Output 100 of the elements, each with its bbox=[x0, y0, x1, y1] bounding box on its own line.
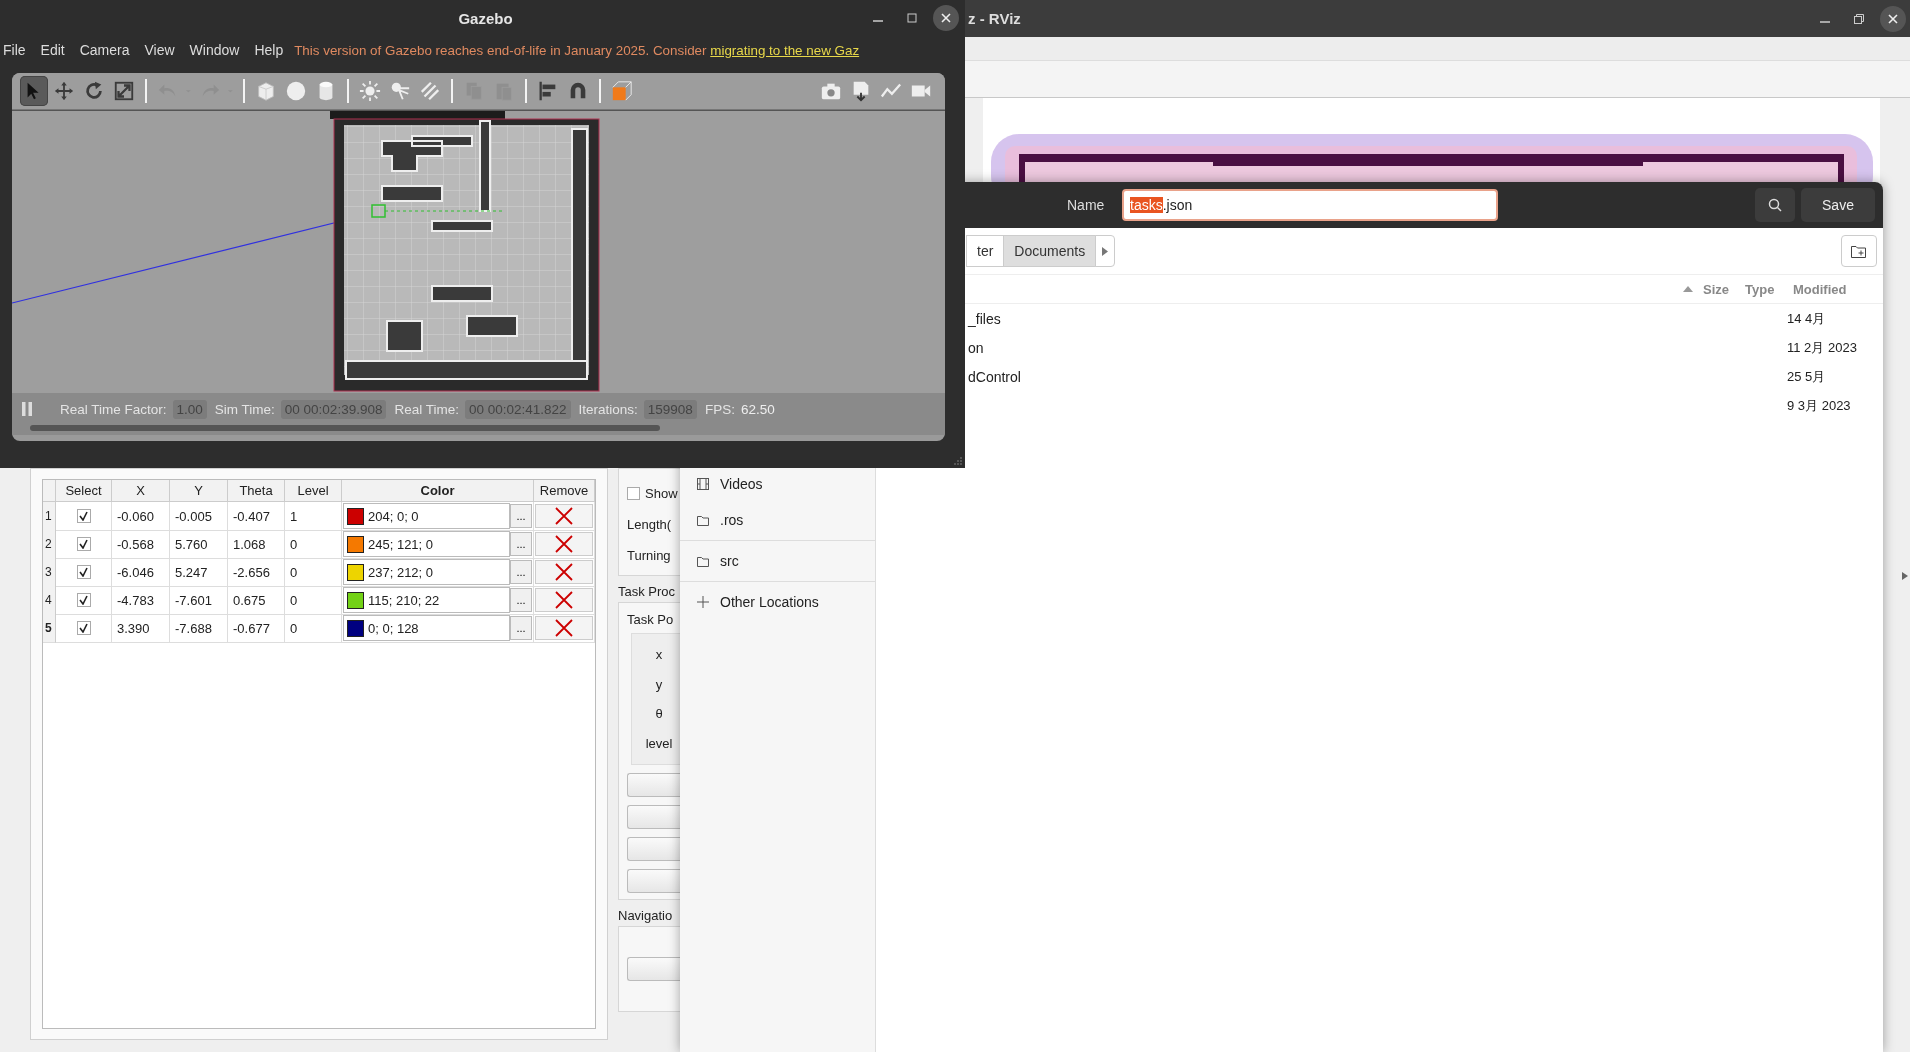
search-button[interactable] bbox=[1755, 188, 1795, 222]
color-picker-button[interactable]: ... bbox=[510, 616, 532, 640]
table-cell: 1 bbox=[285, 502, 342, 531]
button[interactable] bbox=[627, 837, 680, 861]
place-item[interactable]: .ros bbox=[680, 502, 875, 538]
pause-icon[interactable] bbox=[22, 402, 32, 416]
column-header: X bbox=[112, 480, 170, 502]
group-title: Navigatio bbox=[618, 908, 674, 925]
table-cell: -0.568 bbox=[112, 530, 170, 559]
table-cell: 0 bbox=[285, 586, 342, 615]
remove-button[interactable] bbox=[535, 504, 593, 528]
migration-link[interactable]: migrating to the new Gaz bbox=[710, 42, 860, 58]
status-value: 62.50 bbox=[740, 401, 775, 417]
file-name[interactable]: _files bbox=[968, 310, 1001, 327]
menu-item[interactable]: Edit bbox=[40, 42, 65, 58]
table-cell: 3.390 bbox=[112, 614, 170, 643]
menu-item[interactable]: Camera bbox=[79, 42, 130, 58]
scroll-right-button[interactable] bbox=[1095, 235, 1116, 267]
menu-item[interactable]: File bbox=[3, 42, 26, 58]
place-item[interactable]: Videos bbox=[680, 466, 875, 502]
close-button[interactable] bbox=[933, 5, 959, 31]
save-button[interactable]: Save bbox=[1801, 188, 1875, 222]
status-label: Iterations: bbox=[578, 401, 638, 417]
button[interactable] bbox=[627, 957, 680, 981]
field-label: level bbox=[645, 735, 673, 751]
column-header[interactable]: Size bbox=[1703, 281, 1735, 297]
status-label: FPS: bbox=[704, 401, 735, 417]
checkbox[interactable] bbox=[76, 621, 91, 635]
close-button[interactable] bbox=[1880, 5, 1906, 32]
color-field[interactable]: 237; 212; 0 bbox=[343, 559, 510, 585]
color-field[interactable]: 245; 121; 0 bbox=[343, 531, 510, 557]
place-item[interactable]: Other Locations bbox=[680, 584, 875, 620]
row-number: 5 bbox=[43, 614, 56, 643]
color-value: 237; 212; 0 bbox=[368, 564, 434, 580]
expand-arrow-icon[interactable] bbox=[1902, 572, 1908, 580]
column-header[interactable]: Modified bbox=[1793, 281, 1875, 297]
color-field[interactable]: 115; 210; 22 bbox=[343, 587, 510, 613]
row-number: 3 bbox=[43, 558, 56, 587]
table-cell: -0.005 bbox=[170, 502, 228, 531]
color-picker-button[interactable]: ... bbox=[510, 560, 532, 584]
color-value: 115; 210; 22 bbox=[368, 592, 440, 608]
row-number: 4 bbox=[43, 586, 56, 615]
pointer-icon[interactable] bbox=[20, 76, 48, 106]
path-button[interactable]: Documents bbox=[1003, 235, 1097, 267]
close-icon bbox=[554, 591, 574, 609]
color-picker-button[interactable]: ... bbox=[510, 588, 532, 612]
status-value: 159908 bbox=[643, 399, 697, 419]
table-cell: 5.760 bbox=[170, 530, 228, 559]
checkbox[interactable] bbox=[76, 565, 91, 579]
scrollbar-thumb[interactable] bbox=[30, 425, 660, 431]
button[interactable] bbox=[627, 805, 680, 829]
file-modified: 11 2月 2023 bbox=[1787, 338, 1858, 357]
table-cell: -6.046 bbox=[112, 558, 170, 587]
row-number: 1 bbox=[43, 502, 56, 531]
menu-item[interactable]: Help bbox=[254, 42, 284, 58]
table-cell: -0.060 bbox=[112, 502, 170, 531]
field-label: Turning bbox=[627, 547, 671, 563]
film-icon bbox=[696, 477, 710, 491]
remove-button[interactable] bbox=[535, 616, 593, 640]
column-header: Remove bbox=[534, 480, 595, 502]
checkbox-label: Show bbox=[645, 485, 678, 501]
color-picker-button[interactable]: ... bbox=[510, 532, 532, 556]
file-name[interactable]: dControl bbox=[968, 368, 1021, 385]
button[interactable] bbox=[627, 773, 680, 797]
field-label: x bbox=[655, 647, 663, 663]
close-icon bbox=[554, 507, 574, 525]
table-cell: 0 bbox=[285, 614, 342, 643]
field-label: Length( bbox=[627, 516, 672, 532]
status-label: Real Time: bbox=[394, 401, 459, 417]
menu-item[interactable]: View bbox=[144, 42, 175, 58]
remove-button[interactable] bbox=[535, 588, 593, 612]
close-icon bbox=[941, 13, 951, 23]
button[interactable] bbox=[627, 869, 680, 893]
color-field[interactable]: 0; 0; 128 bbox=[343, 615, 510, 641]
table-cell: -4.783 bbox=[112, 586, 170, 615]
remove-button[interactable] bbox=[535, 532, 593, 556]
plus-icon bbox=[696, 595, 710, 609]
status-label: Sim Time: bbox=[214, 401, 275, 417]
table-cell: -2.656 bbox=[228, 558, 285, 587]
file-modified: 25 5月 bbox=[1787, 367, 1827, 386]
column-header: Color bbox=[342, 480, 534, 502]
new-folder-button[interactable] bbox=[1841, 235, 1877, 267]
checkbox[interactable] bbox=[627, 486, 640, 500]
checkbox[interactable] bbox=[76, 537, 91, 551]
checkbox[interactable] bbox=[76, 593, 91, 607]
file-name[interactable]: on bbox=[968, 339, 984, 356]
color-picker-button[interactable]: ... bbox=[510, 504, 532, 528]
menu-item[interactable]: Window bbox=[189, 42, 240, 58]
path-button[interactable]: ter bbox=[966, 235, 1005, 267]
resize-grip-icon[interactable] bbox=[954, 457, 962, 465]
checkbox[interactable] bbox=[76, 509, 91, 523]
sort-arrow-icon[interactable] bbox=[1683, 286, 1693, 292]
color-value: 0; 0; 128 bbox=[368, 620, 419, 636]
status-value: 1.00 bbox=[172, 399, 207, 419]
group-subtitle: Task Po bbox=[627, 611, 674, 627]
place-item[interactable]: src bbox=[680, 543, 875, 579]
file-modified: 14 4月 bbox=[1787, 309, 1827, 328]
remove-button[interactable] bbox=[535, 560, 593, 584]
column-header[interactable]: Type bbox=[1745, 281, 1783, 297]
color-field[interactable]: 204; 0; 0 bbox=[343, 503, 510, 529]
